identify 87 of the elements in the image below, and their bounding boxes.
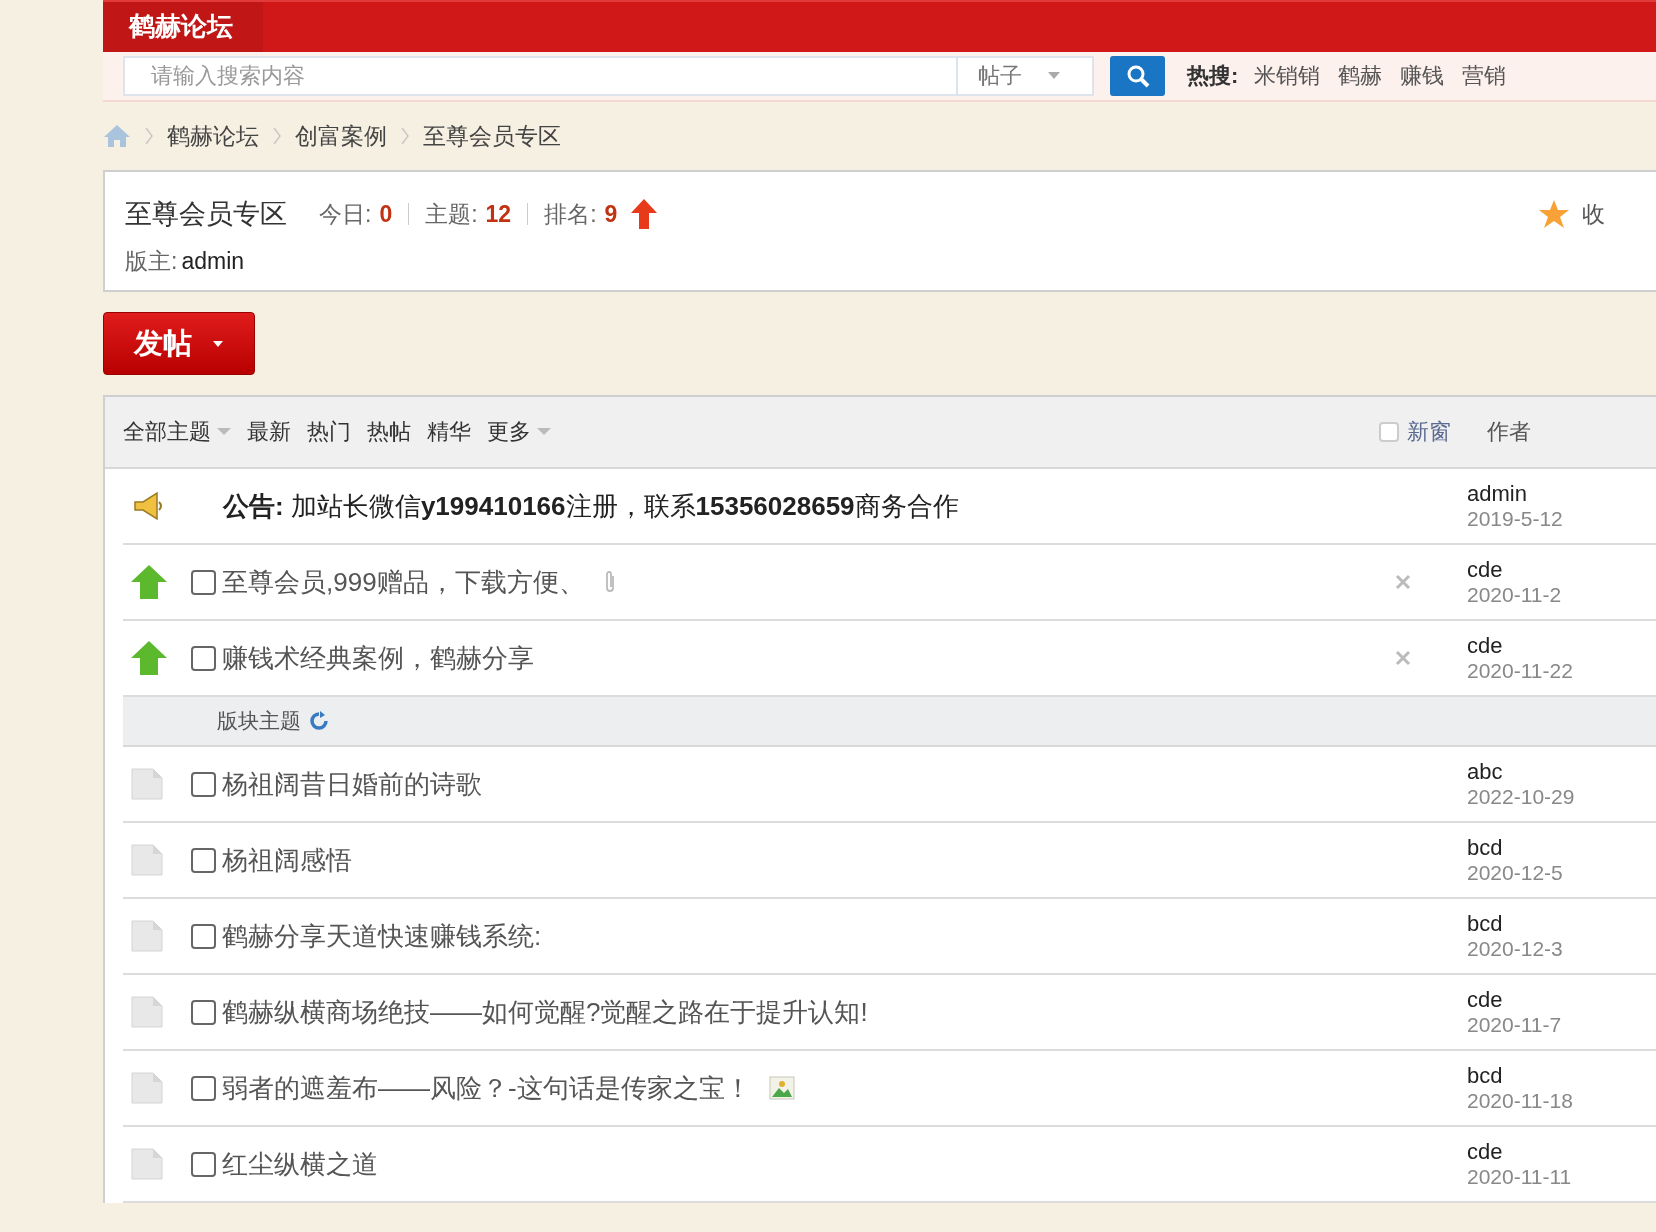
author-link[interactable]: cde	[1467, 633, 1656, 659]
breadcrumb-separator-icon	[145, 126, 153, 146]
star-icon[interactable]	[1538, 199, 1570, 229]
site-logo[interactable]: 鹤赫论坛	[103, 2, 263, 52]
author-link[interactable]: bcd	[1467, 835, 1656, 861]
post-date: 2020-11-7	[1467, 1013, 1563, 1037]
arrow-up-icon	[631, 199, 658, 229]
thread-title-link[interactable]: 弱者的遮羞布——风险？-这句话是传家之宝！	[222, 1070, 751, 1106]
author-column-header: 作者	[1487, 418, 1532, 446]
stat-label: 排名:	[544, 199, 597, 229]
moderator-link[interactable]: admin	[181, 248, 245, 274]
thread-title-link[interactable]: 至尊会员,999赠品，下载方便、	[222, 564, 585, 600]
author-link[interactable]: cde	[1467, 987, 1656, 1013]
post-date: 2020-11-2	[1467, 583, 1563, 607]
filter-tab[interactable]: 全部主题	[123, 417, 211, 447]
favorite-link[interactable]: 收	[1582, 198, 1605, 230]
thread-checkbox[interactable]	[191, 1075, 216, 1101]
hot-search-link[interactable]: 米销销	[1254, 61, 1321, 91]
scope-select[interactable]: 帖子	[958, 56, 1094, 96]
moderator-label: 版主:	[125, 248, 178, 274]
search-field[interactable]: 请输入搜索内容	[123, 56, 958, 96]
document-icon	[131, 996, 163, 1028]
post-date: 2022-10-29	[1467, 785, 1576, 809]
thread-title-link[interactable]: 杨祖阔感悟	[222, 842, 352, 878]
document-icon	[131, 1072, 163, 1104]
stat-value: 0	[379, 200, 393, 228]
arrow-up-icon	[131, 565, 167, 599]
hot-search-link[interactable]: 赚钱	[1400, 61, 1445, 91]
filter-tab[interactable]: 更多	[487, 417, 531, 447]
stat-value: 9	[604, 200, 618, 228]
breadcrumb-separator-icon	[401, 126, 409, 146]
hot-search-link[interactable]: 营销	[1462, 61, 1507, 91]
document-icon	[131, 920, 163, 952]
hot-search-link[interactable]: 鹤赫	[1338, 61, 1383, 91]
search-button[interactable]	[1110, 56, 1165, 96]
filter-tab[interactable]: 热门	[307, 417, 351, 447]
new-window-label: 新窗	[1407, 418, 1451, 446]
caret-icon	[1048, 72, 1060, 80]
filter-tab[interactable]: 最新	[247, 417, 291, 447]
breadcrumb-link[interactable]: 创富案例	[295, 120, 387, 152]
filter-tab[interactable]: 精华	[427, 417, 471, 447]
new-window-checkbox[interactable]	[1379, 422, 1399, 442]
thread-title-link[interactable]: 鹤赫分享天道快速赚钱系统:	[222, 918, 542, 954]
stat-divider	[527, 203, 529, 225]
author-link[interactable]: abc	[1467, 759, 1656, 785]
author-link[interactable]: admin	[1467, 481, 1656, 507]
post-date: 2020-11-11	[1467, 1165, 1573, 1189]
hot-search-label: 热搜:	[1187, 62, 1239, 90]
arrow-up-icon	[131, 641, 167, 675]
thread-checkbox[interactable]	[191, 569, 216, 595]
breadcrumb-separator-icon	[273, 126, 281, 146]
thread-title-link[interactable]: 红尘纵横之道	[222, 1146, 378, 1182]
post-date: 2020-11-18	[1467, 1089, 1574, 1113]
thread-checkbox[interactable]	[191, 999, 216, 1025]
breadcrumb-link[interactable]: 鹤赫论坛	[167, 120, 259, 152]
document-icon	[131, 768, 163, 800]
forum-title: 至尊会员专区	[125, 198, 287, 231]
refresh-icon[interactable]	[309, 711, 329, 731]
author-link[interactable]: cde	[1467, 1139, 1656, 1165]
stat-label: 今日:	[319, 199, 372, 229]
filter-tab[interactable]: 热帖	[367, 417, 411, 447]
stat-label: 主题:	[425, 199, 478, 229]
announcement-link[interactable]: 公告: 加站长微信y199410166注册，联系15356028659商务合作	[223, 488, 959, 524]
author-link[interactable]: bcd	[1467, 911, 1656, 937]
thread-checkbox[interactable]	[191, 923, 216, 949]
section-title: 版块主题	[217, 708, 301, 734]
thread-checkbox[interactable]	[191, 645, 216, 671]
post-date: 2019-5-12	[1467, 507, 1564, 531]
post-date: 2020-12-5	[1467, 861, 1564, 885]
document-icon	[131, 1148, 163, 1180]
caret-icon	[212, 339, 224, 348]
author-link[interactable]: bcd	[1467, 1063, 1656, 1089]
stat-divider	[408, 203, 410, 225]
stat-value: 12	[485, 200, 512, 228]
new-post-button[interactable]: 发帖	[103, 312, 255, 375]
post-date: 2020-12-3	[1467, 937, 1564, 961]
thread-checkbox[interactable]	[191, 1151, 216, 1177]
thread-title-link[interactable]: 赚钱术经典案例，鹤赫分享	[222, 640, 534, 676]
megaphone-icon	[131, 490, 165, 522]
post-date: 2020-11-22	[1467, 659, 1574, 683]
thread-checkbox[interactable]	[191, 771, 216, 797]
thread-title-link[interactable]: 杨祖阔昔日婚前的诗歌	[222, 766, 482, 802]
breadcrumb-link[interactable]: 至尊会员专区	[423, 120, 561, 152]
author-link[interactable]: cde	[1467, 557, 1656, 583]
document-icon	[131, 844, 163, 876]
thread-checkbox[interactable]	[191, 847, 216, 873]
thread-title-link[interactable]: 鹤赫纵横商场绝技——如何觉醒?觉醒之路在于提升认知!	[222, 994, 868, 1030]
